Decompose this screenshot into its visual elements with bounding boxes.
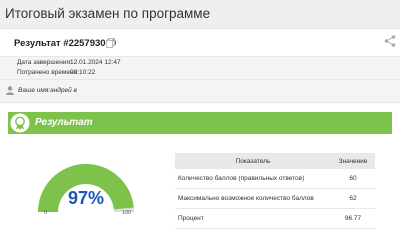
gauge-max-label: 100 — [122, 210, 132, 216]
share-icon[interactable] — [384, 35, 396, 47]
completed-label: Дата завершения: — [17, 59, 72, 66]
user-row: Ваше имя:андрей в — [0, 80, 400, 103]
stats-col-indicator: Показатель — [175, 153, 331, 169]
stats-row-value: 62 — [331, 188, 375, 209]
score-gauge — [38, 164, 134, 212]
stats-row-value: 96.77 — [331, 208, 375, 229]
time-spent-value: 00:10:22 — [70, 69, 96, 76]
banner-title: Результат — [35, 117, 93, 128]
stats-col-value: Значение — [331, 153, 375, 169]
completed-value: 12.01.2024 12:47 — [70, 59, 121, 66]
gauge-min-label: 0 — [44, 210, 48, 216]
stats-row-value: 60 — [331, 169, 375, 189]
table-row: Процент 96.77 — [175, 208, 375, 229]
stats-header-row: Показатель Значение — [175, 153, 375, 169]
copy-icon[interactable] — [106, 38, 115, 48]
user-name: Ваше имя:андрей в — [18, 87, 77, 94]
user-icon — [6, 86, 14, 95]
stats-row-label: Максимально возможное количество баллов — [175, 188, 331, 209]
stats-row-label: Процент — [175, 208, 331, 229]
award-icon — [10, 113, 30, 133]
page-title: Итоговый экзамен по программе — [5, 6, 211, 21]
page-header: Итоговый экзамен по программе — [0, 0, 400, 29]
result-title: Результат #225793080 — [14, 38, 117, 49]
stats-row-label: Количество баллов (правильных ответов) — [175, 169, 331, 189]
result-header: Результат #225793080 — [0, 29, 400, 55]
stats-table: Показатель Значение Количество баллов (п… — [175, 153, 375, 229]
result-meta: Дата завершения: 12.01.2024 12:47 Потрач… — [0, 56, 400, 80]
table-row: Максимально возможное количество баллов … — [175, 188, 375, 209]
table-row: Количество баллов (правильных ответов) 6… — [175, 169, 375, 189]
gauge-value: 97% — [67, 188, 105, 208]
result-banner: Результат — [8, 112, 392, 134]
